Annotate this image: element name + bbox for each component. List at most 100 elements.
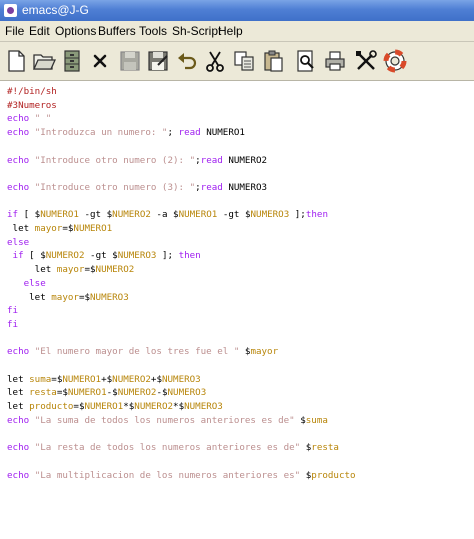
code-token-plain: =$	[78, 291, 91, 303]
code-token-variable: NUMERO2	[134, 401, 174, 413]
help-button[interactable]	[383, 49, 407, 73]
code-line: let mayor=$NUMERO2	[7, 263, 135, 276]
code-token-keyword: echo	[7, 113, 30, 125]
menu-buffers[interactable]: Buffers	[97, 21, 137, 41]
code-token-plain: $	[300, 469, 312, 481]
code-token-keyword: else	[7, 236, 30, 248]
code-token-keyword: fi	[7, 305, 19, 317]
code-token-plain: ;	[167, 127, 179, 139]
code-line: fi	[7, 318, 18, 331]
code-line: let producto=$NUMERO1*$NUMERO2*$NUMERO3	[7, 400, 223, 413]
code-token-keyword: then	[305, 209, 328, 221]
code-line: else	[7, 236, 29, 249]
code-token-plain: *$	[123, 401, 135, 413]
code-token-plain: =$	[73, 401, 85, 413]
code-line: fi	[7, 304, 18, 317]
code-line: else	[7, 277, 46, 290]
cut-button[interactable]	[203, 49, 227, 73]
code-token-variable: NUMERO2	[112, 209, 151, 221]
code-line: echo "Introduce otro numero (3): ";read …	[7, 181, 267, 194]
search-icon	[297, 50, 314, 72]
code-token-plain: =$	[51, 373, 63, 385]
menu-edit[interactable]: Edit	[28, 21, 51, 41]
open-folder-button[interactable]	[32, 49, 56, 73]
close-buffer-button[interactable]	[88, 49, 112, 73]
code-editor[interactable]: #!/bin/sh #3Numeros echo " " echo "Introduz…	[0, 81, 474, 539]
code-token-variable: NUMERO1	[178, 209, 218, 221]
copy-button[interactable]	[232, 49, 256, 73]
code-token-variable: mayor	[51, 291, 79, 303]
code-token-keyword: read	[200, 181, 223, 193]
folder-icon	[32, 54, 56, 70]
code-line: let mayor=$NUMERO3	[7, 291, 129, 304]
code-token-variable: NUMERO1	[73, 223, 113, 234]
code-token-plain: -a $	[150, 209, 179, 221]
title-bar: emacs@J-G	[0, 0, 474, 21]
menu-file[interactable]: File	[4, 21, 25, 41]
code-line: echo "Introduce otro numero (2): ";read …	[7, 154, 267, 167]
code-token-variable: NUMERO1	[84, 401, 124, 413]
code-token-variable: resta	[29, 387, 57, 399]
code-token-plain: let	[7, 401, 30, 413]
code-line: if [ $NUMERO2 -gt $NUMERO3 ]; then	[7, 249, 201, 262]
save-as-icon	[148, 51, 168, 71]
code-token-string: "Introduce otro numero (3): "	[34, 181, 196, 193]
lifebuoy-icon	[383, 49, 407, 73]
code-token-variable: producto	[29, 401, 74, 413]
code-token-keyword: echo	[7, 442, 30, 454]
paste-button[interactable]	[261, 49, 285, 73]
code-token-variable: NUMERO2	[45, 250, 85, 262]
code-token-variable: NUMERO3	[90, 291, 129, 303]
menu-help[interactable]: Help	[217, 21, 244, 41]
emacs-app-icon[interactable]	[4, 4, 17, 17]
menu-sh-script[interactable]: Sh-Script	[171, 21, 222, 41]
code-token-plain: let	[7, 291, 52, 303]
tools-icon	[356, 50, 377, 70]
new-file-button[interactable]	[4, 49, 28, 73]
code-token-keyword: fi	[7, 318, 19, 330]
code-token-plain: +$	[150, 373, 162, 385]
menu-tools[interactable]: Tools	[138, 21, 168, 41]
code-line: let resta=$NUMERO1-$NUMERO2-$NUMERO3	[7, 386, 206, 399]
menu-bar: File Edit Options Buffers Tools Sh-Scrip…	[0, 21, 474, 42]
code-line: let mayor=$NUMERO1	[7, 222, 113, 235]
dired-button[interactable]	[60, 49, 84, 73]
save-as-button[interactable]	[146, 49, 170, 73]
search-button[interactable]	[294, 49, 318, 73]
code-token-plain: -$	[106, 387, 118, 399]
code-token-variable: NUMERO2	[95, 264, 135, 276]
code-token-plain: NUMERO3	[222, 181, 268, 193]
code-line: let suma=$NUMERO1+$NUMERO2+$NUMERO3	[7, 373, 201, 386]
code-token-keyword: echo	[7, 181, 30, 193]
undo-icon	[178, 53, 197, 70]
file-cabinet-icon	[64, 50, 80, 72]
print-button[interactable]	[323, 49, 347, 73]
code-token-comment: #3Numeros	[7, 99, 57, 111]
code-token-plain: -gt $	[78, 209, 113, 221]
code-token-string: "La multiplicacion de los numeros anteri…	[34, 469, 301, 481]
code-token-keyword: else	[23, 277, 46, 289]
code-token-plain: $	[239, 346, 251, 358]
code-line: #!/bin/sh	[7, 85, 57, 98]
code-line: echo "La suma de todos los numeros anter…	[7, 414, 328, 427]
copy-icon	[234, 51, 254, 71]
code-token-variable: suma	[29, 373, 52, 385]
undo-button[interactable]	[175, 49, 199, 73]
code-token-string: " "	[34, 113, 52, 125]
customize-button[interactable]	[354, 49, 378, 73]
code-token-plain: NUMERO2	[222, 154, 268, 166]
menu-options[interactable]: Options	[54, 21, 97, 41]
code-token-keyword: echo	[7, 154, 30, 166]
save-disk-icon	[120, 51, 140, 71]
code-line: echo " "	[7, 112, 51, 125]
code-token-variable: NUMERO3	[161, 373, 201, 385]
code-token-variable: NUMERO3	[184, 401, 223, 413]
save-button[interactable]	[118, 49, 142, 73]
code-line: #3Numeros	[7, 99, 57, 112]
code-token-string: "El numero mayor de los tres fue el "	[34, 346, 240, 358]
code-token-plain: NUMERO1	[200, 127, 245, 139]
paste-icon	[264, 50, 283, 72]
code-token-plain: let	[7, 264, 57, 276]
code-token-plain: [ $	[18, 209, 41, 221]
